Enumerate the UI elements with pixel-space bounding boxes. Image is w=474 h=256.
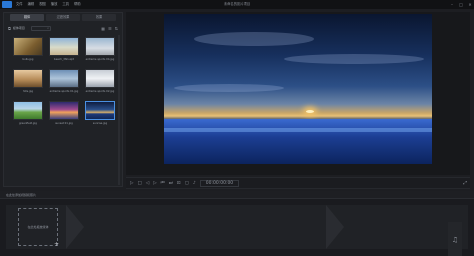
menu-item-help[interactable]: 帮助 bbox=[74, 0, 81, 9]
thumbnail-hills[interactable] bbox=[13, 69, 43, 88]
grid-view-icon[interactable]: ▦ bbox=[101, 26, 105, 31]
menu-item-file[interactable]: 文件 bbox=[16, 0, 23, 9]
tab-transitions[interactable]: 过渡效果 bbox=[46, 14, 80, 21]
view-options: ▦ ☰ ⇅ bbox=[98, 26, 118, 31]
menu-item-edit[interactable]: 编辑 bbox=[28, 0, 35, 9]
thumbnail-label: extreme sports 04.jpg bbox=[85, 58, 115, 61]
playback-controls: ▷ □ ◁ ▷ ⏮ ⏭ ⊡ ▢ ♪ 00:00:00:00 ⤢ bbox=[126, 177, 470, 189]
thumbnail-label: sunset 01.jpg bbox=[55, 122, 73, 125]
import-icon[interactable]: ⧉ bbox=[8, 26, 11, 31]
list-view-icon[interactable]: ☰ bbox=[108, 26, 112, 31]
menu-bar: 文件 编辑 视图 播放 工具 帮助 bbox=[16, 0, 86, 9]
cloud-shape bbox=[174, 84, 284, 92]
sea-surface bbox=[164, 119, 432, 164]
library-toolbar: ⧉ 媒体项目 ⌕ ▦ ☰ ⇅ bbox=[4, 24, 122, 32]
search-icon: ⌕ bbox=[47, 26, 49, 30]
storyboard-panel: 在此处添加视频和照片 在此处拖放媒体 + ♫ bbox=[0, 191, 474, 256]
menu-item-play[interactable]: 播放 bbox=[51, 0, 58, 9]
thumbnail-greenfield[interactable] bbox=[13, 101, 43, 120]
tab-effects[interactable]: 效果 bbox=[82, 14, 116, 21]
thumbnail-label: greenfield.jpg bbox=[19, 122, 37, 125]
library-label: 媒体项目 bbox=[12, 26, 25, 30]
maximize-icon[interactable]: □ bbox=[459, 0, 463, 9]
cloud-shape bbox=[194, 32, 314, 46]
sort-icon[interactable]: ⇅ bbox=[115, 26, 118, 31]
thumbnail-label: extreme sports 02.jpg bbox=[85, 90, 115, 93]
fullscreen-icon[interactable]: ▢ bbox=[185, 181, 189, 186]
storyboard-header: 在此处添加视频和照片 bbox=[0, 191, 474, 199]
app-window: 文件 编辑 视图 播放 工具 帮助 未命名的影片项目 – □ ✕ 媒体 过渡效果… bbox=[0, 0, 474, 256]
thumbnail-label: hills.jpg bbox=[23, 90, 33, 93]
storyboard-track: 在此处拖放媒体 + ♫ bbox=[6, 205, 468, 256]
vertical-scrollbar[interactable] bbox=[118, 35, 120, 185]
music-icon[interactable]: ♫ bbox=[448, 222, 462, 256]
stop-icon[interactable]: □ bbox=[137, 181, 141, 186]
rewind-icon[interactable]: ⏮ bbox=[161, 180, 165, 186]
timecode-display: 00:00:00:00 bbox=[199, 179, 240, 187]
next-frame-icon[interactable]: ▷ bbox=[153, 181, 156, 186]
volume-icon[interactable]: ♪ bbox=[193, 181, 196, 186]
app-logo-icon bbox=[2, 1, 12, 8]
cloud-shape bbox=[284, 54, 424, 64]
thumbnail-extreme-01[interactable] bbox=[49, 69, 79, 88]
thumbnail-bulls[interactable] bbox=[13, 37, 43, 56]
tab-media[interactable]: 媒体 bbox=[10, 14, 44, 21]
panel-tabs: 媒体 过渡效果 效果 bbox=[10, 14, 118, 21]
menu-item-view[interactable]: 视图 bbox=[39, 0, 46, 9]
thumbnail-label: bulls.jpg bbox=[22, 58, 34, 61]
thumbnail-extreme-02[interactable] bbox=[85, 69, 115, 88]
storyboard-arrow-shape bbox=[66, 205, 84, 249]
add-icon[interactable]: + bbox=[54, 241, 59, 248]
thumbnail-label: beach_3Shuiqit bbox=[54, 58, 74, 61]
preview-image bbox=[164, 14, 432, 164]
expand-icon[interactable]: ⤢ bbox=[463, 180, 467, 186]
thumbnail-label: sunrise.jpg bbox=[92, 122, 108, 125]
storyboard-arrow-shape bbox=[326, 205, 344, 249]
thumbnail-extreme-04[interactable] bbox=[85, 37, 115, 56]
prev-frame-icon[interactable]: ◁ bbox=[146, 181, 149, 186]
wave-line bbox=[164, 128, 432, 132]
slot-text: 在此处拖放媒体 bbox=[27, 225, 49, 229]
window-controls: – □ ✕ bbox=[445, 0, 472, 9]
minimize-icon[interactable]: – bbox=[450, 0, 454, 9]
close-icon[interactable]: ✕ bbox=[468, 0, 472, 9]
title-bar: 文件 编辑 视图 播放 工具 帮助 未命名的影片项目 – □ ✕ bbox=[0, 0, 474, 9]
thumbnail-sunrise[interactable] bbox=[85, 101, 115, 120]
forward-icon[interactable]: ⏭ bbox=[169, 180, 173, 186]
menu-item-tools[interactable]: 工具 bbox=[62, 0, 69, 9]
thumbnail-beach[interactable] bbox=[49, 37, 79, 56]
sun-glow bbox=[306, 110, 314, 113]
snapshot-icon[interactable]: ⊡ bbox=[177, 181, 181, 186]
thumbnail-label: extreme sports 01.jpg bbox=[49, 90, 79, 93]
thumbnail-sunset-01[interactable] bbox=[49, 101, 79, 120]
search-input[interactable]: ⌕ bbox=[30, 25, 51, 31]
play-icon[interactable]: ▷ bbox=[130, 181, 133, 186]
media-drop-slot[interactable]: 在此处拖放媒体 + bbox=[18, 208, 59, 248]
